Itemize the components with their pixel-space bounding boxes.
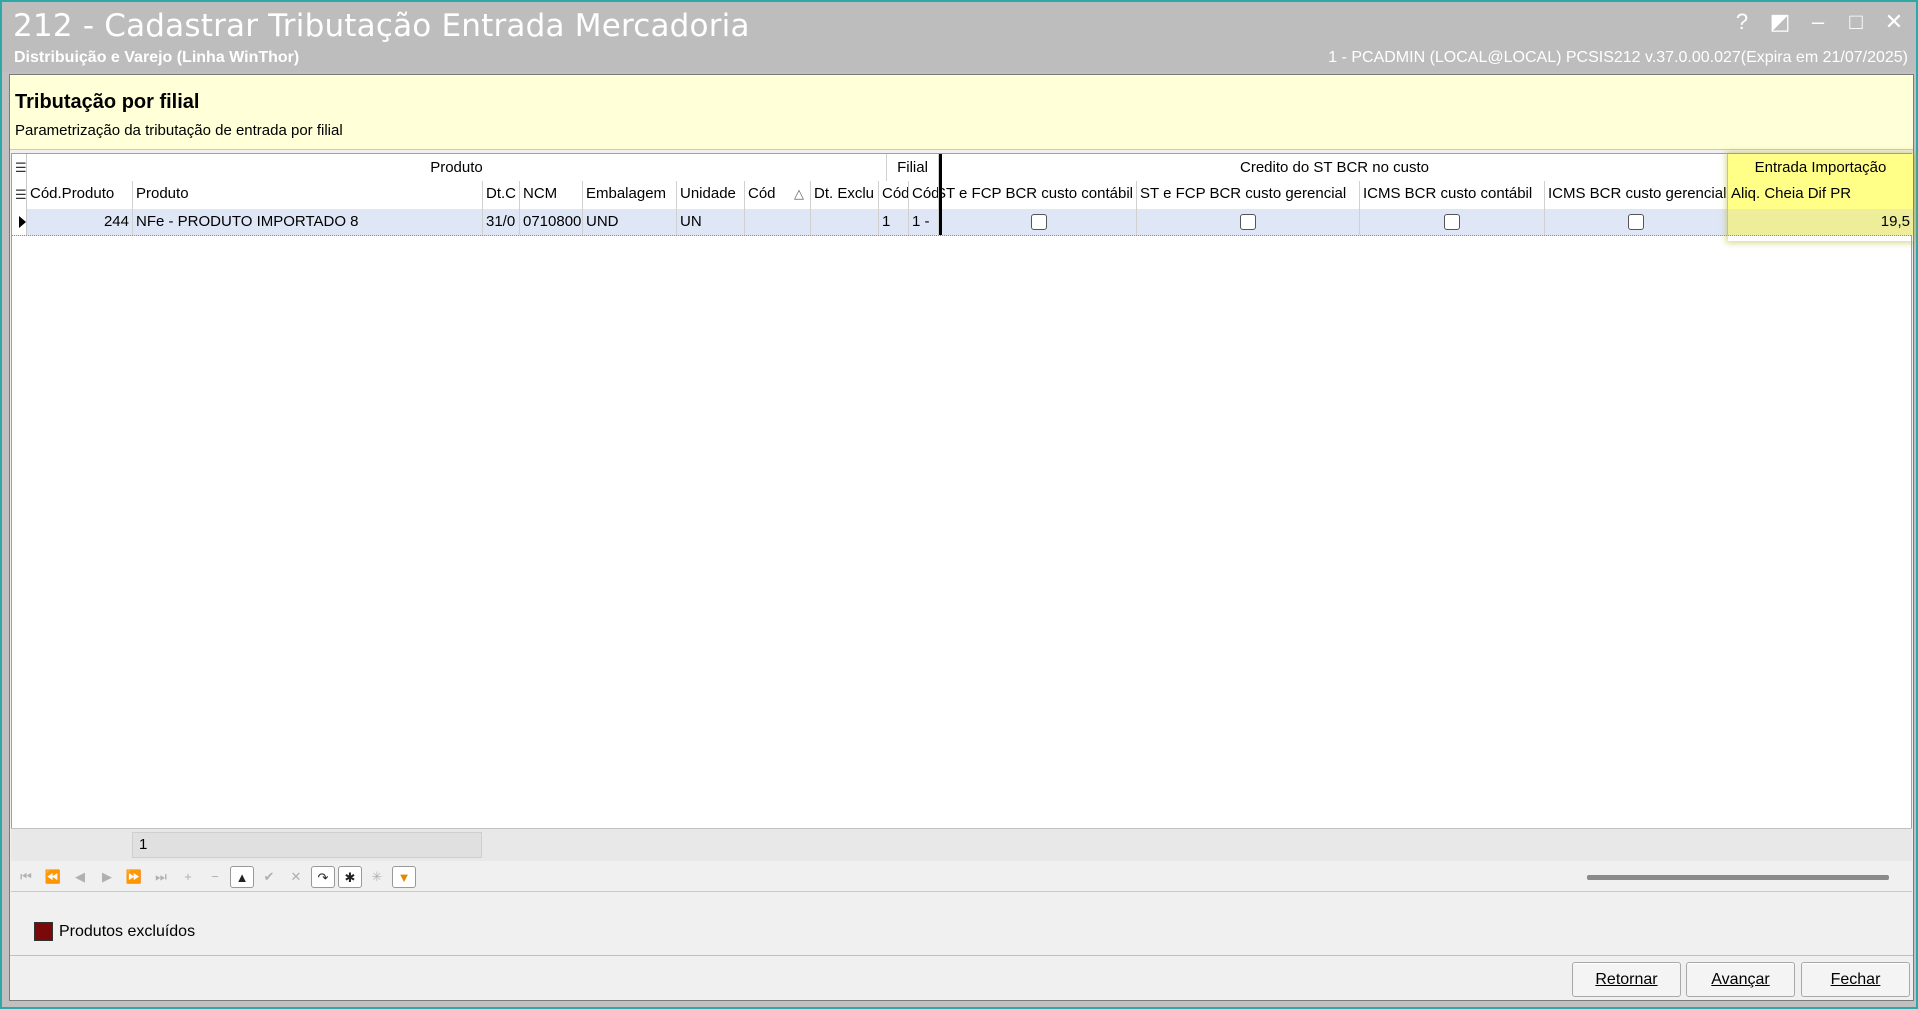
last-record-icon[interactable]: ⏭ (149, 866, 173, 888)
band-filial: Filial (887, 154, 939, 181)
fixed-column-divider (939, 154, 942, 235)
panel-header: Tributação por filial Parametrização da … (10, 75, 1913, 150)
grid-column-header: ☰ Cód.Produto Produto Dt.C NCM Embalagem… (12, 181, 1913, 210)
content-area: Tributação por filial Parametrização da … (9, 74, 1914, 1001)
icms-contabil-checkbox[interactable] (1444, 214, 1460, 231)
st-fcp-gerencial-checkbox[interactable] (1240, 214, 1256, 231)
maximize-icon[interactable]: □ (1844, 10, 1868, 34)
main-window: 212 - Cadastrar Tributação Entrada Merca… (2, 2, 1916, 1007)
fechar-button[interactable]: Fechar (1801, 962, 1910, 997)
legend-swatch (34, 922, 53, 941)
cell-st-fcp-contabil (942, 209, 1137, 235)
col-dt-cad[interactable]: Dt.C (483, 181, 520, 209)
icms-gerencial-checkbox[interactable] (1628, 214, 1644, 231)
panel-subtitle: Parametrização da tributação de entrada … (15, 122, 343, 139)
filter-icon[interactable]: ▼ (392, 866, 416, 888)
col-unidade[interactable]: Unidade (677, 181, 745, 209)
col-filial-cod1[interactable]: Cód (879, 181, 909, 209)
row-indicator-icon (12, 209, 27, 235)
cell-unidade[interactable]: UN (677, 209, 745, 235)
band-credito: Credito do ST BCR no custo (942, 154, 1728, 181)
title-bar: 212 - Cadastrar Tributação Entrada Merca… (2, 2, 1916, 72)
help-icon[interactable]: ? (1730, 10, 1754, 34)
close-icon[interactable]: ✕ (1882, 10, 1906, 34)
col-cod[interactable]: Cód △ (745, 181, 811, 209)
col-st-fcp-contabil[interactable]: ST e FCP BCR custo contábil (942, 181, 1137, 209)
prev-record-icon[interactable]: ◀ (68, 866, 92, 888)
first-record-icon[interactable]: ⏮ (14, 866, 38, 888)
insert-icon[interactable]: + (176, 866, 200, 888)
avancar-button[interactable]: Avançar (1686, 962, 1795, 997)
band-entrada-importacao: Entrada Importação (1728, 154, 1913, 181)
band-produto: Produto (27, 154, 887, 181)
cell-icms-gerencial (1545, 209, 1728, 235)
edit-up-icon[interactable]: ▲ (230, 866, 254, 888)
legend: Produtos excluídos (34, 922, 195, 941)
col-filial-cod2[interactable]: Cód (909, 181, 939, 209)
panel-title: Tributação por filial (15, 91, 200, 113)
window-title: 212 - Cadastrar Tributação Entrada Merca… (13, 8, 750, 44)
col-ncm[interactable]: NCM (520, 181, 583, 209)
st-fcp-contabil-checkbox[interactable] (1031, 214, 1047, 231)
retornar-label: Retornar (1595, 971, 1658, 988)
cancel-icon[interactable]: ✕ (284, 866, 308, 888)
bookmark-icon[interactable]: ✱ (338, 866, 362, 888)
cell-dt-exclusao[interactable] (811, 209, 879, 235)
edit-icon[interactable]: ◩ (1768, 10, 1792, 34)
window-controls: ? ◩ – □ ✕ (1730, 10, 1906, 34)
col-icms-contabil[interactable]: ICMS BCR custo contábil (1360, 181, 1545, 209)
cell-dt-cad[interactable]: 31/0 (483, 209, 520, 235)
col-icms-gerencial[interactable]: ICMS BCR custo gerencial (1545, 181, 1728, 209)
minimize-icon[interactable]: – (1806, 10, 1830, 34)
next-record-icon[interactable]: ▶ (95, 866, 119, 888)
cell-produto[interactable]: NFe - PRODUTO IMPORTADO 8 (133, 209, 483, 235)
separator (10, 955, 1913, 956)
cell-st-fcp-gerencial (1137, 209, 1360, 235)
col-aliq-cheia-dif-pr[interactable]: Aliq. Cheia Dif PR (1728, 181, 1913, 209)
cell-icms-contabil (1360, 209, 1545, 235)
table-row[interactable]: 244 NFe - PRODUTO IMPORTADO 8 31/0 07108… (12, 209, 1913, 236)
col-produto[interactable]: Produto (133, 181, 483, 209)
goto-bookmark-icon[interactable]: ✳ (365, 866, 389, 888)
grid-band-header: ☰ Produto Filial Credito do ST BCR no cu… (12, 154, 1913, 182)
col-st-fcp-gerencial[interactable]: ST e FCP BCR custo gerencial (1137, 181, 1360, 209)
window-subtitle: Distribuição e Varejo (Linha WinThor) (14, 49, 300, 66)
record-count: 1 (132, 832, 482, 858)
retornar-button[interactable]: Retornar (1572, 962, 1681, 997)
next-page-icon[interactable]: ⏩ (122, 866, 146, 888)
cell-filial-cod1[interactable]: 1 (879, 209, 909, 235)
cell-filial-cod2[interactable]: 1 - (909, 209, 939, 235)
col-embalagem[interactable]: Embalagem (583, 181, 677, 209)
cell-ncm[interactable]: 0710800 (520, 209, 583, 235)
cell-aliq-cheia-dif-pr[interactable]: 19,5 (1728, 209, 1913, 235)
column-menu-icon[interactable]: ☰ (12, 154, 27, 181)
data-grid[interactable]: ☰ Produto Filial Credito do ST BCR no cu… (11, 153, 1913, 861)
prev-page-icon[interactable]: ⏪ (41, 866, 65, 888)
sort-indicator-icon: △ (794, 186, 804, 201)
horizontal-scrollbar[interactable] (1587, 875, 1889, 880)
grid-navigator: ⏮ ⏪ ◀ ▶ ⏩ ⏭ + − ▲ ✔ ✕ ↷ ✱ ✳ ▼ (11, 861, 1912, 892)
legend-label: Produtos excluídos (59, 922, 196, 940)
col-dt-exclusao[interactable]: Dt. Exclu (811, 181, 879, 209)
cell-cod[interactable] (745, 209, 811, 235)
refresh-icon[interactable]: ↷ (311, 866, 335, 888)
fechar-label: Fechar (1830, 971, 1881, 988)
col-cod-label: Cód (748, 185, 776, 202)
delete-icon[interactable]: − (203, 866, 227, 888)
col-cod-produto[interactable]: Cód.Produto (27, 181, 133, 209)
grid-footer: 1 (11, 828, 1912, 861)
session-info: 1 - PCADMIN (LOCAL@LOCAL) PCSIS212 v.37.… (1328, 49, 1908, 66)
cell-cod-produto[interactable]: 244 (27, 209, 133, 235)
column-chooser-icon[interactable]: ☰ (12, 181, 27, 209)
avancar-label: Avançar (1711, 971, 1770, 988)
cell-embalagem[interactable]: UND (583, 209, 677, 235)
post-icon[interactable]: ✔ (257, 866, 281, 888)
